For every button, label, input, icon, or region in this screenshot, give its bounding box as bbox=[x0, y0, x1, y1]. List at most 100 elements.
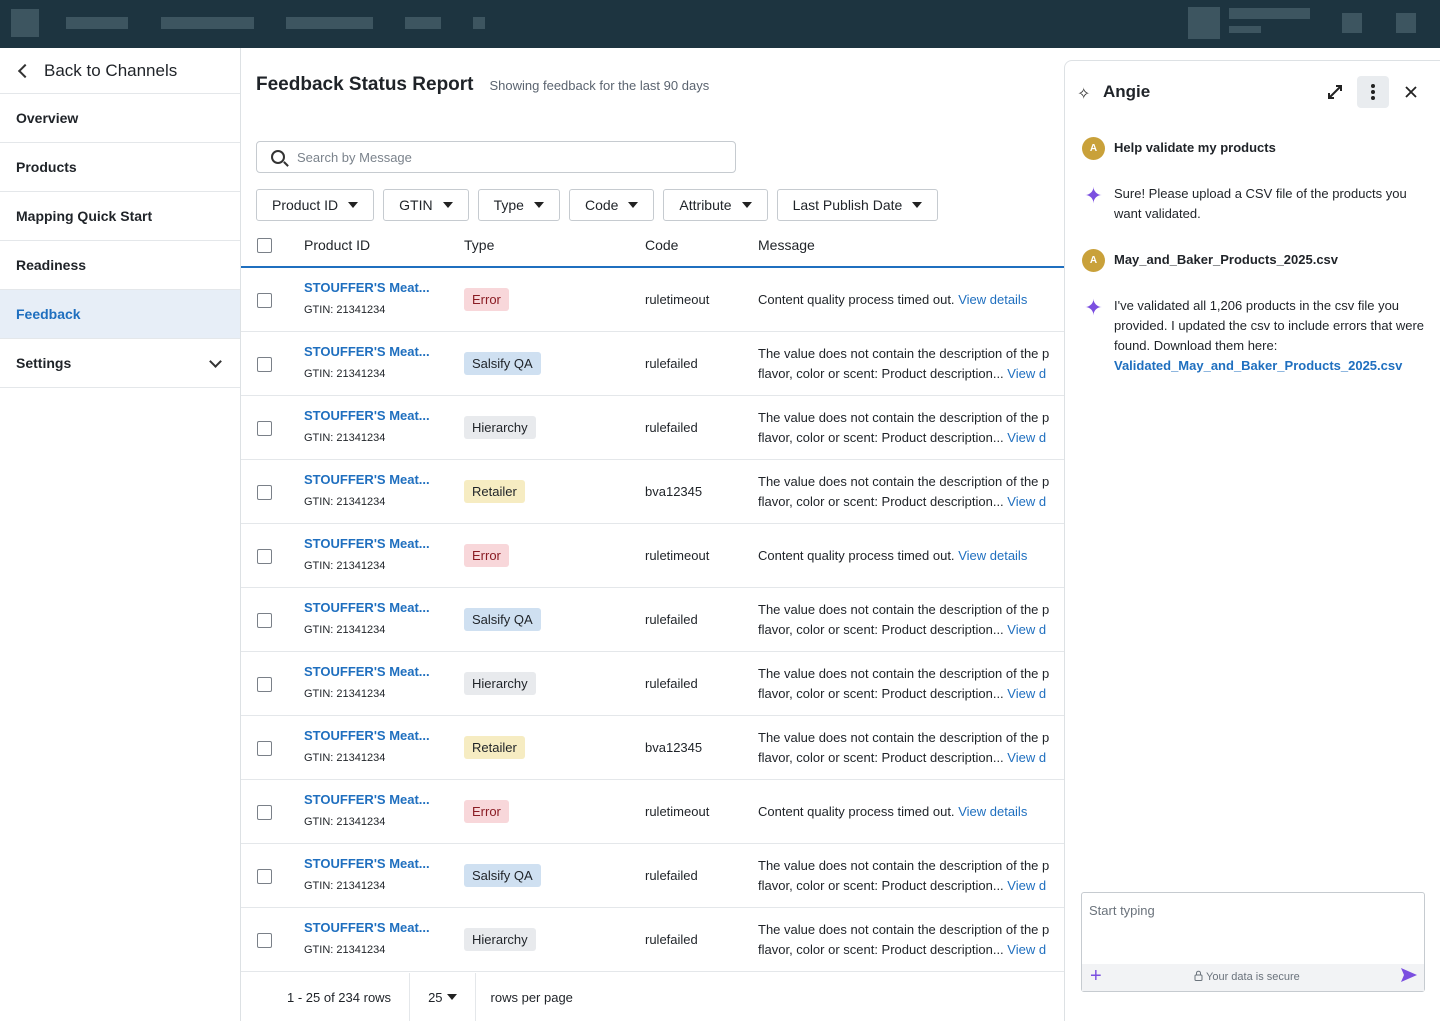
product-id-link[interactable]: STOUFFER'S Meat... bbox=[304, 856, 430, 871]
more-vertical-icon bbox=[1371, 84, 1375, 100]
row-checkbox[interactable] bbox=[257, 421, 272, 436]
message-text: Content quality process timed out. View … bbox=[758, 548, 1028, 563]
column-header-product-id[interactable]: Product ID bbox=[304, 237, 370, 253]
row-checkbox[interactable] bbox=[257, 677, 272, 692]
expand-button[interactable] bbox=[1319, 76, 1351, 108]
nav-placeholder-5[interactable] bbox=[473, 17, 485, 29]
topbar-icon-2[interactable] bbox=[1396, 13, 1416, 33]
search-icon bbox=[271, 150, 285, 164]
caret-down-icon bbox=[446, 994, 457, 1000]
type-badge: Salsify QA bbox=[464, 608, 541, 631]
type-badge: Error bbox=[464, 288, 509, 311]
plus-icon[interactable]: + bbox=[1090, 965, 1102, 988]
filter-product-id[interactable]: Product ID bbox=[256, 189, 375, 221]
product-id-link[interactable]: STOUFFER'S Meat... bbox=[304, 728, 430, 743]
product-id-link[interactable]: STOUFFER'S Meat... bbox=[304, 600, 430, 615]
row-checkbox[interactable] bbox=[257, 485, 272, 500]
sidebar-item-mapping-quick-start[interactable]: Mapping Quick Start bbox=[0, 192, 240, 241]
page-size-select[interactable]: 25 bbox=[410, 973, 474, 1021]
topbar-icon-1[interactable] bbox=[1342, 13, 1362, 33]
chat-message-ai: ✦ I've validated all 1,206 products in t… bbox=[1082, 295, 1430, 376]
row-checkbox[interactable] bbox=[257, 933, 272, 948]
search-input[interactable] bbox=[297, 149, 697, 165]
row-checkbox[interactable] bbox=[257, 805, 272, 820]
select-all-checkbox[interactable] bbox=[257, 238, 272, 253]
caret-down-icon bbox=[628, 202, 639, 208]
product-id-link[interactable]: STOUFFER'S Meat... bbox=[304, 472, 430, 487]
title-row: Feedback Status Report Showing feedback … bbox=[256, 74, 709, 96]
message-text: The value does not contain the descripti… bbox=[758, 666, 1050, 701]
view-details-link[interactable]: View details bbox=[958, 804, 1027, 819]
table-row: STOUFFER'S Meat... GTIN: 21341234 Hierarch… bbox=[241, 652, 1064, 716]
code-value: rulefailed bbox=[645, 356, 698, 371]
view-details-link[interactable]: View details bbox=[958, 548, 1027, 563]
nav-placeholder-1[interactable] bbox=[66, 17, 128, 29]
sidebar: Back to Channels Overview Products Mappi… bbox=[0, 48, 241, 1021]
row-checkbox[interactable] bbox=[257, 741, 272, 756]
view-details-link[interactable]: View d bbox=[1007, 622, 1046, 637]
caret-down-icon bbox=[348, 202, 359, 208]
product-id-link[interactable]: STOUFFER'S Meat... bbox=[304, 920, 430, 935]
chat-message-user: A Help validate my products bbox=[1082, 137, 1430, 160]
row-checkbox[interactable] bbox=[257, 613, 272, 628]
sidebar-item-settings[interactable]: Settings bbox=[0, 339, 240, 388]
chat-message-ai: ✦ Sure! Please upload a CSV file of the … bbox=[1082, 183, 1430, 224]
table-row: STOUFFER'S Meat... GTIN: 21341234 Error rul… bbox=[241, 524, 1064, 588]
back-to-channels-link[interactable]: Back to Channels bbox=[0, 48, 240, 94]
row-checkbox[interactable] bbox=[257, 357, 272, 372]
product-id-link[interactable]: STOUFFER'S Meat... bbox=[304, 792, 430, 807]
download-link[interactable]: Validated_May_and_Baker_Products_2025.cs… bbox=[1114, 358, 1402, 373]
filter-type[interactable]: Type bbox=[477, 189, 560, 221]
view-details-link[interactable]: View d bbox=[1007, 686, 1046, 701]
pagination: 1 - 25 of 234 rows 25 rows per page bbox=[241, 973, 1064, 1021]
nav-placeholder-4[interactable] bbox=[405, 17, 441, 29]
view-details-link[interactable]: View d bbox=[1007, 366, 1046, 381]
sidebar-item-overview[interactable]: Overview bbox=[0, 94, 240, 143]
product-id-link[interactable]: STOUFFER'S Meat... bbox=[304, 408, 430, 423]
top-navigation-bar bbox=[0, 0, 1440, 48]
send-button[interactable] bbox=[1400, 967, 1418, 988]
view-details-link[interactable]: View details bbox=[958, 292, 1027, 307]
nav-placeholder-2[interactable] bbox=[161, 17, 254, 29]
nav-placeholder-3[interactable] bbox=[286, 17, 373, 29]
column-header-message[interactable]: Message bbox=[758, 237, 815, 253]
secure-notice: Your data is secure bbox=[1194, 970, 1300, 983]
product-id-link[interactable]: STOUFFER'S Meat... bbox=[304, 280, 430, 295]
chat-message-text: May_and_Baker_Products_2025.csv bbox=[1114, 252, 1339, 267]
chevron-left-icon bbox=[17, 63, 33, 78]
assistant-header: ✧ Angie bbox=[1065, 61, 1440, 123]
table-row: STOUFFER'S Meat... GTIN: 21341234 Hierarch… bbox=[241, 396, 1064, 460]
filter-attribute[interactable]: Attribute bbox=[663, 189, 768, 221]
chat-composer: + Your data is secure bbox=[1081, 892, 1425, 992]
chat-input[interactable] bbox=[1089, 903, 1409, 953]
user-avatar[interactable] bbox=[1188, 7, 1220, 39]
row-checkbox[interactable] bbox=[257, 293, 272, 308]
type-badge: Error bbox=[464, 800, 509, 823]
product-id-link[interactable]: STOUFFER'S Meat... bbox=[304, 536, 430, 551]
filter-code[interactable]: Code bbox=[568, 189, 655, 221]
filter-last-publish-date[interactable]: Last Publish Date bbox=[776, 189, 939, 221]
sidebar-item-products[interactable]: Products bbox=[0, 143, 240, 192]
sidebar-item-feedback[interactable]: Feedback bbox=[0, 290, 240, 339]
more-options-button[interactable] bbox=[1357, 76, 1389, 108]
app-logo[interactable] bbox=[11, 9, 39, 37]
product-id-link[interactable]: STOUFFER'S Meat... bbox=[304, 664, 430, 679]
view-details-link[interactable]: View d bbox=[1007, 942, 1046, 957]
type-badge: Retailer bbox=[464, 736, 525, 759]
view-details-link[interactable]: View d bbox=[1007, 430, 1046, 445]
view-details-link[interactable]: View d bbox=[1007, 750, 1046, 765]
code-value: rulefailed bbox=[645, 932, 698, 947]
view-details-link[interactable]: View d bbox=[1007, 494, 1046, 509]
close-button[interactable] bbox=[1395, 76, 1427, 108]
column-header-code[interactable]: Code bbox=[645, 237, 678, 253]
product-id-link[interactable]: STOUFFER'S Meat... bbox=[304, 344, 430, 359]
row-checkbox[interactable] bbox=[257, 549, 272, 564]
sidebar-item-readiness[interactable]: Readiness bbox=[0, 241, 240, 290]
row-checkbox[interactable] bbox=[257, 869, 272, 884]
gtin-value: GTIN: 21341234 bbox=[304, 368, 386, 380]
caret-down-icon bbox=[442, 202, 453, 208]
view-details-link[interactable]: View d bbox=[1007, 878, 1046, 893]
filter-gtin[interactable]: GTIN bbox=[383, 189, 469, 221]
search-box[interactable] bbox=[256, 141, 736, 173]
column-header-type[interactable]: Type bbox=[464, 237, 494, 253]
